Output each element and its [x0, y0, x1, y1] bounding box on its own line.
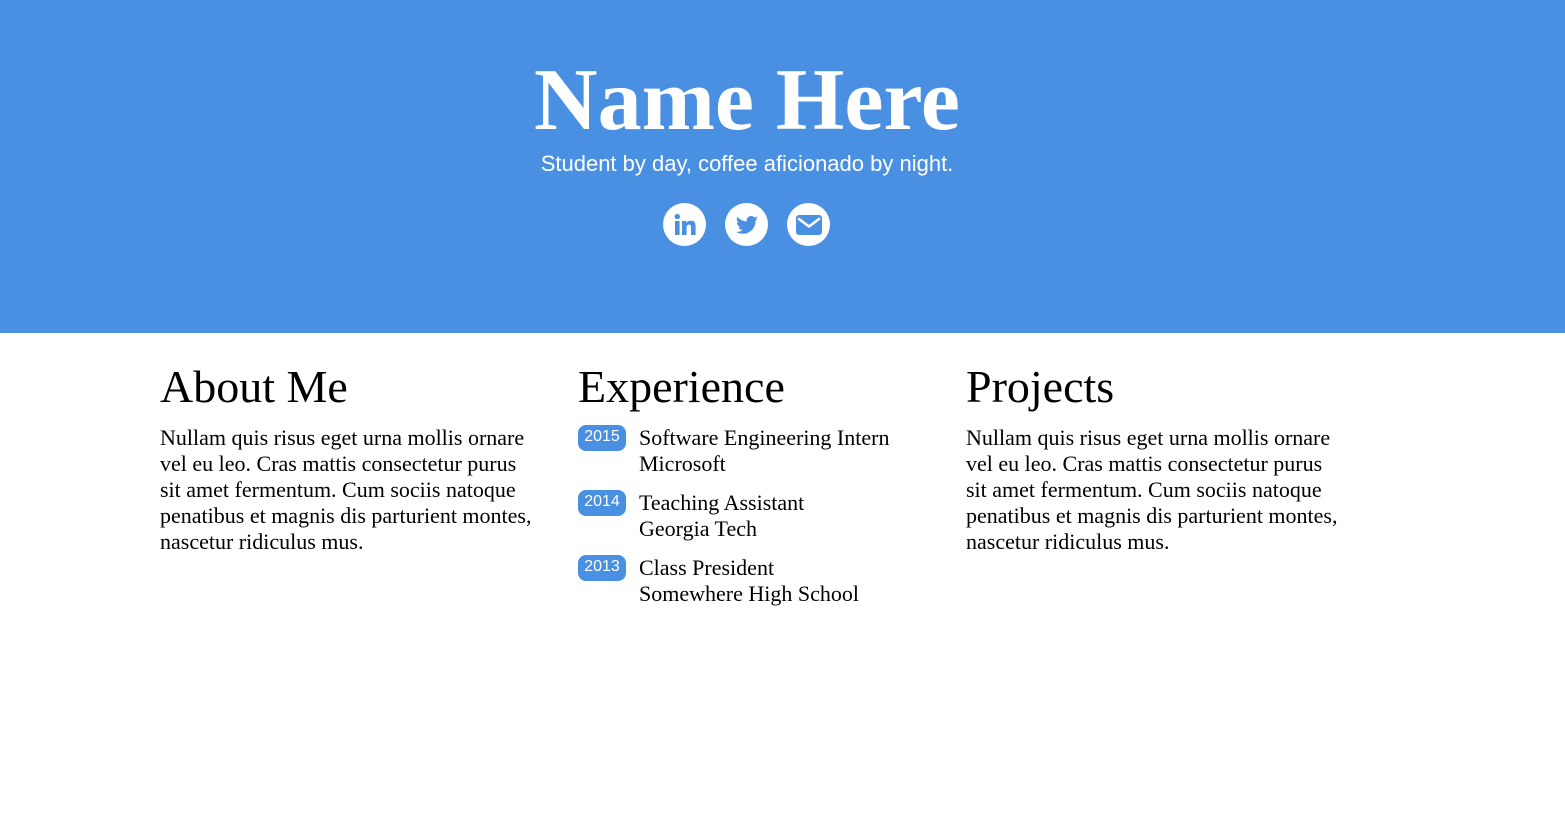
projects-text: Nullam quis risus eget urna mollis ornar…	[966, 425, 1338, 554]
list-item: 2013 Class President Somewhere High Scho…	[578, 555, 938, 607]
experience-details: Teaching Assistant Georgia Tech	[639, 490, 804, 542]
experience-org: Georgia Tech	[639, 516, 757, 541]
year-badge: 2015	[578, 425, 626, 451]
linkedin-link[interactable]	[663, 203, 706, 246]
about-section: About Me Nullam quis risus eget urna mol…	[160, 359, 535, 555]
experience-section: Experience 2015 Software Engineering Int…	[578, 359, 938, 620]
about-text: Nullam quis risus eget urna mollis ornar…	[160, 425, 532, 554]
hero-banner: Name Here Student by day, coffee aficion…	[0, 0, 1565, 333]
list-item: 2015 Software Engineering Intern Microso…	[578, 425, 938, 477]
email-link[interactable]	[787, 203, 830, 246]
experience-list: 2015 Software Engineering Intern Microso…	[578, 425, 938, 607]
projects-heading: Projects	[966, 361, 1115, 412]
twitter-icon	[735, 215, 758, 234]
experience-role: Software Engineering Intern	[639, 425, 890, 450]
experience-heading: Experience	[578, 361, 785, 412]
experience-details: Software Engineering Intern Microsoft	[639, 425, 889, 477]
about-heading: About Me	[160, 361, 348, 412]
envelope-icon	[795, 214, 822, 235]
year-badge: 2013	[578, 555, 626, 581]
projects-section: Projects Nullam quis risus eget urna mol…	[966, 359, 1341, 555]
page-title: Name Here	[534, 52, 960, 149]
social-links	[663, 203, 830, 247]
twitter-link[interactable]	[725, 203, 768, 246]
list-item: 2014 Teaching Assistant Georgia Tech	[578, 490, 938, 542]
experience-org: Somewhere High School	[639, 581, 859, 606]
experience-role: Class President	[639, 555, 775, 580]
experience-details: Class President Somewhere High School	[639, 555, 859, 607]
experience-org: Microsoft	[639, 451, 726, 476]
experience-role: Teaching Assistant	[639, 490, 805, 515]
tagline: Student by day, coffee aficionado by nig…	[540, 151, 954, 176]
linkedin-icon	[674, 213, 696, 235]
year-badge: 2014	[578, 490, 626, 516]
